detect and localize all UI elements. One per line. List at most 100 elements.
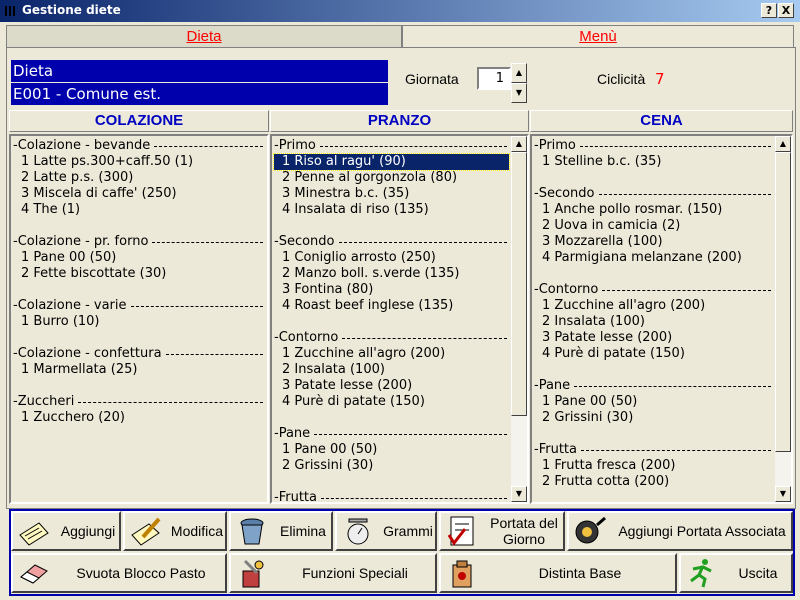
close-button[interactable]: X — [778, 3, 794, 18]
cena-list[interactable]: - Primo 1 Stelline b.c. (35) - Secondo 1 An… — [530, 134, 793, 504]
list-item[interactable]: 1 Zucchine all'agro (200) — [534, 298, 773, 314]
pranzo-scrollbar[interactable]: ▲ ▼ — [511, 136, 527, 502]
notepad-icon — [19, 522, 49, 546]
giornata-down-button[interactable]: ▼ — [511, 83, 527, 103]
tab-menu[interactable]: Menù — [402, 25, 794, 47]
scroll-down-arrow-icon[interactable]: ▼ — [511, 486, 527, 502]
aggiungi-portata-associata-button[interactable]: Aggiungi Portata Associata — [567, 511, 793, 551]
list-item[interactable]: 3 Miscela di caffe' (250) — [13, 186, 265, 202]
tab-dieta[interactable]: Dieta — [6, 25, 402, 47]
pranzo-list[interactable]: - Primo 1 Riso al ragu' (90) 2 Penne al go… — [270, 134, 529, 504]
funzioni-speciali-button[interactable]: Funzioni Speciali — [229, 553, 437, 593]
list-item[interactable]: 2 Latte p.s. (300) — [13, 170, 265, 186]
scroll-thumb[interactable] — [775, 152, 791, 452]
section-divider — [320, 497, 507, 499]
section-divider — [598, 193, 771, 195]
list-item[interactable]: 2 Uova in camicia (2) — [534, 218, 773, 234]
section-text: Pane — [278, 426, 311, 441]
list-item[interactable]: 2 Fette biscottate (30) — [13, 266, 265, 282]
ciclicita-label: Ciclicità — [597, 71, 646, 87]
section-text: Secondo — [278, 234, 335, 249]
section-text: Frutta — [278, 490, 317, 504]
frying-pan-icon — [575, 516, 606, 544]
list-item[interactable]: 3 Minestra b.c. (35) — [274, 186, 509, 202]
list-item[interactable]: 1 Zucchine all'agro (200) — [274, 346, 509, 362]
cena-scrollbar[interactable]: ▲ ▼ — [775, 136, 791, 502]
list-item[interactable]: 2 Penne al gorgonzola (80) — [274, 170, 509, 186]
section-text: Colazione - varie — [17, 298, 127, 313]
section-divider — [342, 337, 507, 339]
portata-line1: Portata del — [490, 515, 558, 531]
giornata-input[interactable]: 1 — [477, 67, 511, 90]
giornata-label: Giornata — [405, 71, 459, 87]
section-divider — [602, 289, 771, 291]
ciclicita-value: 7 — [655, 70, 665, 88]
list-item[interactable]: 1 Burro (10) — [13, 314, 265, 330]
column-header-colazione: COLAZIONE — [9, 110, 269, 132]
list-item[interactable]: 3 Patate lesse (200) — [274, 378, 509, 394]
section-text: Contorno — [278, 330, 339, 345]
list-section-header: - Pane — [274, 426, 509, 442]
list-item[interactable]: 1 Pane 00 (50) — [534, 394, 773, 410]
list-section-header: - Colazione - confettura — [13, 346, 265, 362]
section-divider — [152, 241, 263, 243]
list-section-header: - Contorno — [534, 282, 773, 298]
title-bar: Gestione diete ? X — [0, 0, 800, 22]
list-item[interactable]: 4 Parmigiana melanzane (200) — [534, 250, 773, 266]
grammi-label: Grammi — [383, 523, 433, 539]
list-item[interactable]: 3 Patate lesse (200) — [534, 330, 773, 346]
funzioni-speciali-label: Funzioni Speciali — [302, 565, 408, 581]
list-item[interactable]: 1 Coniglio arrosto (250) — [274, 250, 509, 266]
section-divider — [319, 145, 507, 147]
uscita-button[interactable]: Uscita — [679, 553, 793, 593]
list-item[interactable]: 4 Purè di patate (150) — [534, 346, 773, 362]
list-item[interactable]: 1 Stelline b.c. (35) — [534, 154, 773, 170]
list-item[interactable]: 4 Roast beef inglese (135) — [274, 298, 509, 314]
list-item[interactable]: 1 Pane 00 (50) — [274, 442, 509, 458]
modifica-button[interactable]: Modifica — [123, 511, 227, 551]
list-item[interactable]: 3 Fontina (80) — [274, 282, 509, 298]
scroll-down-arrow-icon[interactable]: ▼ — [775, 486, 791, 502]
distinta-base-button[interactable]: Distinta Base — [439, 553, 677, 593]
list-item[interactable]: 3 Mozzarella (100) — [534, 234, 773, 250]
portata-del-giorno-button[interactable]: Portata del Giorno — [439, 511, 565, 551]
list-item[interactable]: 4 Purè di patate (150) — [274, 394, 509, 410]
aggiungi-label: Aggiungi — [60, 523, 116, 539]
list-item[interactable]: 1 Pane 00 (50) — [13, 250, 265, 266]
list-item[interactable]: 2 Frutta cotta (200) — [534, 474, 773, 490]
scroll-up-arrow-icon[interactable]: ▲ — [775, 136, 791, 152]
elimina-button[interactable]: Elimina — [229, 511, 333, 551]
list-item[interactable]: 1 Frutta fresca (200) — [534, 458, 773, 474]
list-item[interactable]: 1 Marmellata (25) — [13, 362, 265, 378]
section-text: Contorno — [538, 282, 599, 297]
list-item[interactable]: 4 Insalata di riso (135) — [274, 202, 509, 218]
list-item[interactable]: 2 Insalata (100) — [534, 314, 773, 330]
tools-icon — [242, 559, 264, 588]
list-item[interactable]: 2 Grissini (30) — [274, 458, 509, 474]
list-section-header: - Secondo — [534, 186, 773, 202]
grammi-button[interactable]: Grammi — [335, 511, 437, 551]
scroll-thumb[interactable] — [511, 152, 527, 416]
aggiungi-button[interactable]: Aggiungi — [11, 511, 121, 551]
scroll-up-arrow-icon[interactable]: ▲ — [511, 136, 527, 152]
list-item[interactable]: 2 Manzo boll. s.verde (135) — [274, 266, 509, 282]
help-button[interactable]: ? — [761, 3, 777, 18]
app-icon — [5, 6, 15, 16]
list-item[interactable]: 1 Riso al ragu' (90) — [273, 153, 510, 171]
svuota-blocco-pasto-button[interactable]: Svuota Blocco Pasto — [11, 553, 227, 593]
list-item[interactable]: 1 Zucchero (20) — [13, 410, 265, 426]
list-item[interactable]: 2 Grissini (30) — [534, 410, 773, 426]
list-item[interactable]: 4 The (1) — [13, 202, 265, 218]
modifica-label: Modifica — [170, 523, 224, 539]
list-item[interactable]: 1 Anche pollo rosmar. (150) — [534, 202, 773, 218]
list-item[interactable]: 1 Latte ps.300+caff.50 (1) — [13, 154, 265, 170]
list-section-header: - Pane — [534, 378, 773, 394]
colazione-list[interactable]: - Colazione - bevande 1 Latte ps.300+caff… — [9, 134, 269, 504]
list-item[interactable]: 2 Insalata (100) — [274, 362, 509, 378]
giornata-up-button[interactable]: ▲ — [511, 63, 527, 83]
